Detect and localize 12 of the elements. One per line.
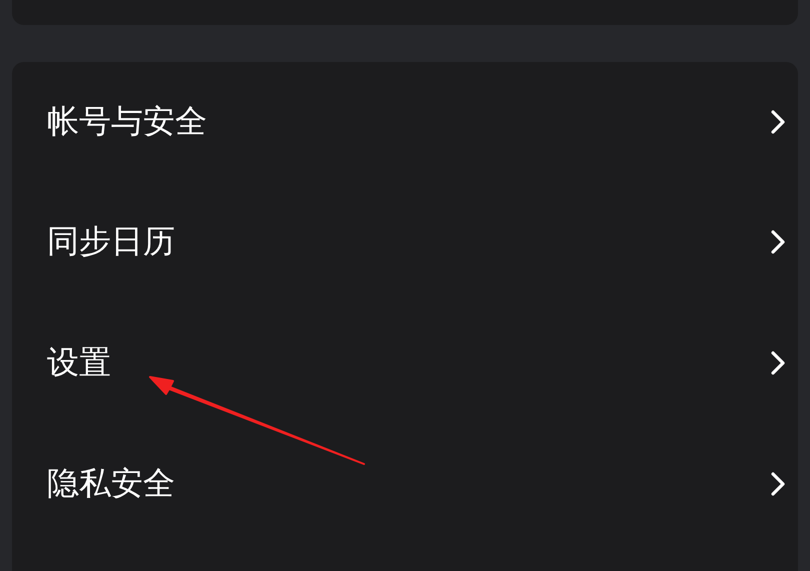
menu-item[interactable]: 帐号与安全	[12, 63, 798, 181]
menu-item[interactable]: 同步日历	[12, 181, 798, 302]
menu-item-label: 隐私安全	[47, 462, 175, 504]
chevron-right-icon	[770, 109, 786, 135]
menu-item-label: 帐号与安全	[47, 101, 207, 142]
menu-item[interactable]: 隐私安全	[12, 423, 798, 544]
menu-item-label: 设置	[47, 342, 111, 382]
chevron-right-icon	[770, 350, 786, 376]
chevron-right-icon	[770, 470, 786, 496]
menu-item-label: 同步日历	[47, 220, 175, 262]
chevron-right-icon	[770, 228, 786, 254]
menu-item[interactable]: 设置	[12, 302, 798, 423]
